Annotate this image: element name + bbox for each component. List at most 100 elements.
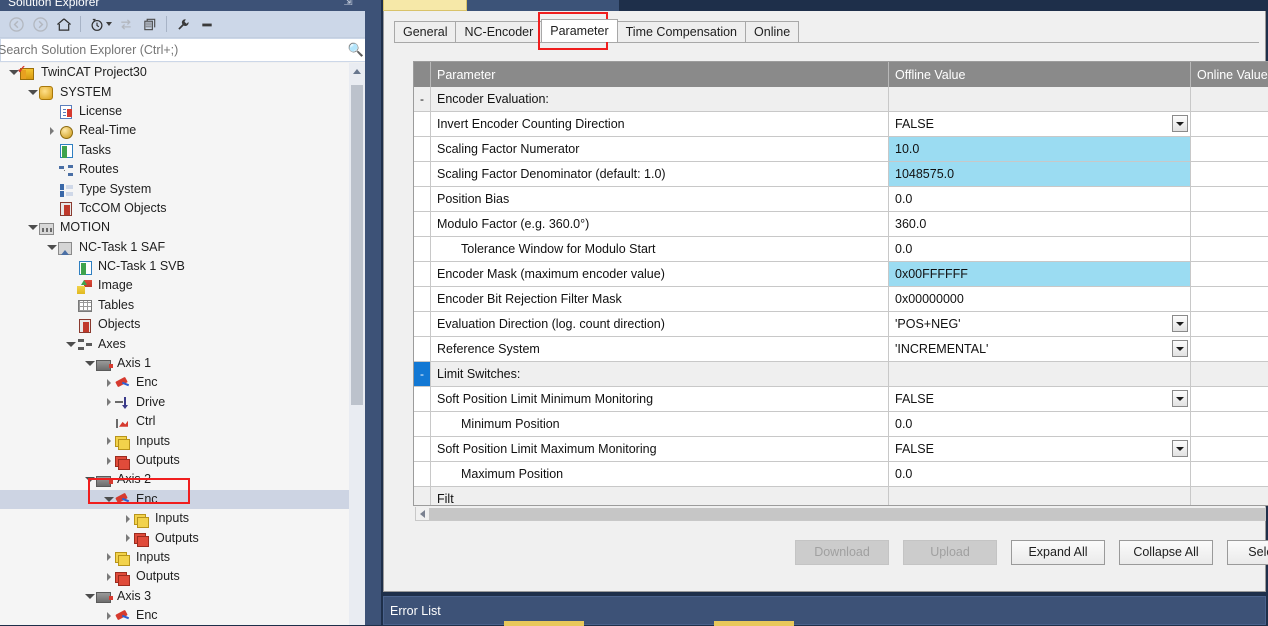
tree-item-routes[interactable]: Routes	[0, 160, 365, 179]
tree-item-enc[interactable]: Enc	[0, 489, 365, 509]
twisty-expanded-icon[interactable]	[83, 354, 96, 373]
tree-item-twincat-project30[interactable]: ✓ TwinCAT Project30	[0, 63, 365, 82]
twisty-collapsed-icon[interactable]	[102, 606, 115, 625]
online-value-cell[interactable]	[1191, 362, 1268, 387]
parameter-name-cell[interactable]: Tolerance Window for Modulo Start	[431, 237, 889, 262]
twisty-collapsed-icon[interactable]	[102, 548, 115, 567]
row-collapse-toggle[interactable]: -	[414, 87, 431, 112]
parameter-name-cell[interactable]: Evaluation Direction (log. count directi…	[431, 312, 889, 337]
home-icon[interactable]	[52, 13, 76, 35]
tree-item-inputs[interactable]: Inputs	[0, 509, 365, 528]
grid-body[interactable]: - Encoder Evaluation: Invert Encoder Count…	[414, 87, 1268, 505]
tree-item-nc-task-1-svb[interactable]: NC-Task 1 SVB	[0, 257, 365, 276]
document-tab-inactive[interactable]	[467, 0, 619, 11]
twisty-expanded-icon[interactable]	[64, 335, 77, 354]
grid-row[interactable]: Invert Encoder Counting Direction FALSE	[414, 112, 1268, 137]
forward-icon[interactable]	[28, 13, 52, 35]
grid-action-buttons[interactable]: Download Upload Expand All Collapse All Sele…	[795, 540, 1268, 565]
search-solution-explorer[interactable]: 🔍	[0, 38, 381, 62]
offline-value-cell[interactable]	[889, 87, 1191, 112]
grid-column-header-offline-value[interactable]: Offline Value	[889, 62, 1191, 87]
parameter-name-cell[interactable]: Soft Position Limit Maximum Monitoring	[431, 437, 889, 462]
offline-value-cell[interactable]	[889, 362, 1191, 387]
grid-row[interactable]: Evaluation Direction (log. count directi…	[414, 312, 1268, 337]
tab-general[interactable]: General	[394, 21, 457, 42]
grid-row[interactable]: Scaling Factor Denominator (default: 1.0…	[414, 162, 1268, 187]
parameter-name-cell[interactable]: Soft Position Limit Minimum Monitoring	[431, 387, 889, 412]
parameter-name-cell[interactable]: Limit Switches:	[431, 362, 889, 387]
tree-item-motion[interactable]: MOTION	[0, 218, 365, 237]
scroll-up-icon[interactable]	[349, 63, 365, 79]
twisty-collapsed-icon[interactable]	[102, 567, 115, 586]
tree-item-inputs[interactable]: Inputs	[0, 548, 365, 567]
offline-value-cell[interactable]	[889, 487, 1191, 505]
online-value-cell[interactable]	[1191, 487, 1268, 505]
online-value-cell[interactable]	[1191, 387, 1268, 412]
tree-item-real-time[interactable]: Real-Time	[0, 121, 365, 140]
grid-row[interactable]: Modulo Factor (e.g. 360.0°) 360.0	[414, 212, 1268, 237]
parameter-grid[interactable]: Parameter Offline Value Online Value - Enco…	[413, 61, 1268, 506]
tree-vertical-scrollbar[interactable]	[349, 63, 365, 625]
grid-row[interactable]: Reference System 'INCREMENTAL'	[414, 337, 1268, 362]
collapse-all-button[interactable]: Collapse All	[1119, 540, 1213, 565]
tree-item-axis-1[interactable]: Axis 1	[0, 354, 365, 373]
parameter-name-cell[interactable]: Modulo Factor (e.g. 360.0°)	[431, 212, 889, 237]
parameter-name-cell[interactable]: Invert Encoder Counting Direction	[431, 112, 889, 137]
offline-value-cell[interactable]: 360.0	[889, 212, 1191, 237]
offline-value-cell[interactable]: 'POS+NEG'	[889, 312, 1191, 337]
parameter-name-cell[interactable]: Reference System	[431, 337, 889, 362]
grid-row[interactable]: - Encoder Evaluation:	[414, 87, 1268, 112]
tab-time-compensation[interactable]: Time Compensation	[616, 21, 747, 42]
parameter-name-cell[interactable]: Encoder Mask (maximum encoder value)	[431, 262, 889, 287]
grid-row[interactable]: Soft Position Limit Maximum Monitoring FA…	[414, 437, 1268, 462]
online-value-cell[interactable]	[1191, 237, 1268, 262]
grid-row[interactable]: Maximum Position 0.0	[414, 462, 1268, 487]
twisty-collapsed-icon[interactable]	[102, 451, 115, 470]
offline-value-cell[interactable]: 0x00000000	[889, 287, 1191, 312]
parameter-tabstrip[interactable]: General NC-Encoder Parameter Time Compensat…	[394, 19, 800, 42]
online-value-cell[interactable]	[1191, 87, 1268, 112]
parameter-name-cell[interactable]: Filt	[431, 487, 889, 505]
tree-item-nc-task-1-saf[interactable]: NC-Task 1 SAF	[0, 238, 365, 257]
online-value-cell[interactable]	[1191, 437, 1268, 462]
grid-column-header-parameter[interactable]: Parameter	[431, 62, 889, 87]
tree-item-type-system[interactable]: Type System	[0, 179, 365, 198]
tree-item-license[interactable]: License	[0, 102, 365, 121]
offline-value-cell[interactable]: FALSE	[889, 387, 1191, 412]
chevron-down-icon[interactable]	[1172, 440, 1188, 457]
collapse-all-icon[interactable]	[195, 13, 219, 35]
offline-value-cell[interactable]: 0.0	[889, 187, 1191, 212]
chevron-down-icon[interactable]	[1172, 115, 1188, 132]
grid-row[interactable]: Minimum Position 0.0	[414, 412, 1268, 437]
online-value-cell[interactable]	[1191, 187, 1268, 212]
online-value-cell[interactable]	[1191, 262, 1268, 287]
error-list-tab-1[interactable]	[504, 621, 584, 626]
online-value-cell[interactable]	[1191, 162, 1268, 187]
grid-row[interactable]: Scaling Factor Numerator 10.0	[414, 137, 1268, 162]
parameter-name-cell[interactable]: Encoder Evaluation:	[431, 87, 889, 112]
tree-item-axis-2[interactable]: Axis 2	[0, 470, 365, 489]
twisty-collapsed-icon[interactable]	[45, 121, 58, 140]
show-all-files-icon[interactable]	[138, 13, 162, 35]
twisty-expanded-icon[interactable]	[26, 218, 39, 237]
twisty-expanded-icon[interactable]	[83, 470, 96, 489]
chevron-down-icon[interactable]	[1172, 390, 1188, 407]
offline-value-cell[interactable]: 1048575.0	[889, 162, 1191, 187]
tree-item-enc[interactable]: Enc	[0, 606, 365, 625]
pending-changes-dropdown-icon[interactable]	[106, 22, 112, 26]
twisty-expanded-icon[interactable]	[83, 587, 96, 606]
parameter-name-cell[interactable]: Encoder Bit Rejection Filter Mask	[431, 287, 889, 312]
tree-item-objects[interactable]: Objects	[0, 315, 365, 334]
offline-value-cell[interactable]: FALSE	[889, 112, 1191, 137]
tree-item-image[interactable]: Image	[0, 276, 365, 295]
back-icon[interactable]	[4, 13, 28, 35]
error-list-tab-2[interactable]	[714, 621, 794, 626]
tree-item-outputs[interactable]: Outputs	[0, 567, 365, 586]
tree-item-ctrl[interactable]: Ctrl	[0, 412, 365, 431]
grid-row[interactable]: Position Bias 0.0	[414, 187, 1268, 212]
twisty-collapsed-icon[interactable]	[102, 432, 115, 451]
twisty-expanded-icon[interactable]	[26, 83, 39, 102]
tab-online[interactable]: Online	[745, 21, 800, 42]
twisty-collapsed-icon[interactable]	[121, 509, 134, 528]
parameter-name-cell[interactable]: Scaling Factor Numerator	[431, 137, 889, 162]
